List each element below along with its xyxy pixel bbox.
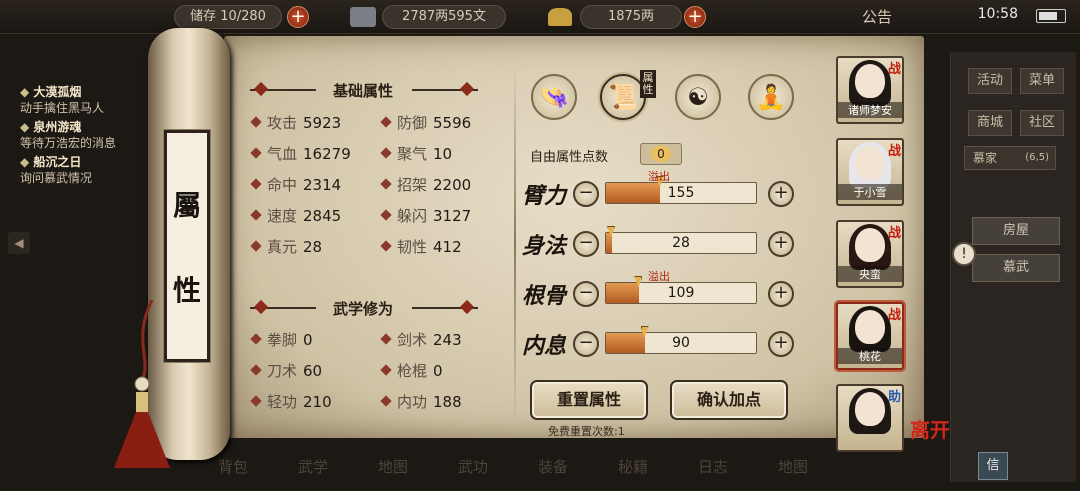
- notice-button[interactable]: 公告: [862, 6, 892, 27]
- basic-stats-title: 基础属性: [332, 82, 393, 100]
- character-name: 诸师梦安: [838, 102, 902, 118]
- stat-fist: 拳脚 0: [250, 329, 313, 350]
- attr-inner-breath-label: 内息: [522, 333, 567, 359]
- top-bar: [0, 0, 1080, 34]
- attr-agility-decrease-button[interactable]: −: [573, 231, 599, 257]
- attr-constitution-decrease-button[interactable]: −: [573, 281, 599, 307]
- attr-inner-breath-increase-button[interactable]: +: [768, 331, 794, 357]
- stat-attack: 攻击 5923: [250, 112, 341, 133]
- attr-strength-label: 臂力: [522, 183, 567, 209]
- martial-title: 武学修为: [332, 300, 393, 318]
- add-storage-button[interactable]: +: [287, 6, 309, 28]
- attr-constitution-label: 根骨: [522, 283, 567, 309]
- attr-constitution-value: 109: [667, 285, 695, 301]
- stat-true-energy: 真元 28: [250, 236, 322, 257]
- column-divider: [514, 62, 516, 426]
- free-points-label: 自由属性点数: [530, 150, 609, 165]
- bottom-menu-bar: 背包 武学 地图 武功 装备 秘籍 日志 地图: [200, 446, 840, 491]
- stat-spear: 枪棍 0: [380, 360, 443, 381]
- attr-agility-value: 28: [672, 235, 690, 251]
- bottom-menu-item[interactable]: 装备: [538, 456, 568, 477]
- reset-attributes-button[interactable]: 重置属性: [530, 380, 648, 420]
- activity-button[interactable]: 活动: [968, 68, 1012, 94]
- bottom-menu-item[interactable]: 地图: [778, 456, 808, 477]
- muwu-button[interactable]: 慕武: [972, 254, 1060, 282]
- character-badge: 战: [888, 144, 902, 159]
- mail-button[interactable]: 信: [978, 452, 1008, 480]
- bottom-menu-item[interactable]: 秘籍: [618, 456, 648, 477]
- clock: 10:58: [977, 6, 1018, 22]
- character-face: [855, 64, 885, 98]
- attr-constitution-increase-button[interactable]: +: [768, 281, 794, 307]
- attr-strength-overflow: 溢出: [648, 170, 670, 183]
- stat-sword: 剑术 243: [380, 329, 462, 350]
- tassel-icon: [114, 300, 170, 468]
- attr-agility-increase-button[interactable]: +: [768, 231, 794, 257]
- character-face: [855, 228, 885, 262]
- tab-equipment-hat-icon[interactable]: 👒: [531, 74, 577, 120]
- stat-blade: 刀术 60: [250, 360, 322, 381]
- bottom-menu-item[interactable]: 地图: [378, 456, 408, 477]
- bottom-menu-item[interactable]: 日志: [698, 456, 728, 477]
- bottom-menu-item[interactable]: 武学: [298, 456, 328, 477]
- bottom-menu-item[interactable]: 背包: [218, 456, 248, 477]
- money-display: 2787两595文: [382, 5, 506, 29]
- attr-strength-decrease-button[interactable]: −: [573, 181, 599, 207]
- stat-toughness: 韧性 412: [380, 236, 462, 257]
- leave-button[interactable]: 离开: [910, 414, 950, 443]
- community-button[interactable]: 社区: [1020, 110, 1064, 136]
- stat-defense: 防御 5596: [380, 112, 471, 133]
- attr-inner-breath-value: 90: [672, 335, 690, 351]
- attr-strength-value: 155: [667, 185, 695, 201]
- family-selector[interactable]: 慕家 (6,5): [964, 146, 1056, 170]
- character-badge: 战: [888, 62, 902, 77]
- menu-button[interactable]: 菜单: [1020, 68, 1064, 94]
- free-reset-count: 免费重置次数:1: [548, 425, 625, 438]
- collapse-arrow-icon[interactable]: ◀: [8, 232, 30, 254]
- shop-button[interactable]: 商城: [968, 110, 1012, 136]
- character-face: [855, 310, 885, 344]
- character-badge: 战: [888, 226, 902, 241]
- bottom-menu-item[interactable]: 武功: [458, 456, 488, 477]
- add-gold-button[interactable]: +: [684, 6, 706, 28]
- house-button[interactable]: 房屋: [972, 217, 1060, 245]
- stat-inner: 内功 188: [380, 391, 462, 412]
- gold-display: 1875两: [580, 5, 682, 29]
- character-face: [855, 392, 885, 426]
- hint-icon[interactable]: !: [952, 242, 976, 266]
- gold-ingot-icon: [548, 8, 572, 26]
- stat-accuracy: 命中 2314: [250, 174, 341, 195]
- tab-meridian-body-icon[interactable]: 🧘: [748, 74, 794, 120]
- free-points-value: 0: [640, 143, 682, 165]
- battery-icon: [1036, 9, 1066, 23]
- stat-hp: 气血 16279: [250, 143, 351, 164]
- tab-bagua-icon[interactable]: ☯: [675, 74, 721, 120]
- character-name: 桃花: [838, 348, 902, 364]
- character-badge: 助: [888, 390, 902, 405]
- attr-strength-increase-button[interactable]: +: [768, 181, 794, 207]
- character-name: 央蛮: [838, 266, 902, 282]
- stat-speed: 速度 2845: [250, 205, 341, 226]
- stat-dodge: 躲闪 3127: [380, 205, 471, 226]
- coin-icon: [350, 7, 376, 27]
- confirm-points-button[interactable]: 确认加点: [670, 380, 788, 420]
- stat-chi: 聚气 10: [380, 143, 452, 164]
- attr-inner-breath-decrease-button[interactable]: −: [573, 331, 599, 357]
- stat-parry: 招架 2200: [380, 174, 471, 195]
- attr-constitution-overflow: 溢出: [648, 270, 670, 283]
- storage-counter: 储存 10/280: [174, 5, 282, 29]
- tab-attributes-label: 属性: [640, 70, 656, 98]
- character-name: 于小雪: [838, 184, 902, 200]
- character-face: [855, 146, 885, 180]
- character-badge: 战: [888, 308, 902, 323]
- attr-agility-label: 身法: [522, 233, 567, 259]
- stat-lightness: 轻功 210: [250, 391, 332, 412]
